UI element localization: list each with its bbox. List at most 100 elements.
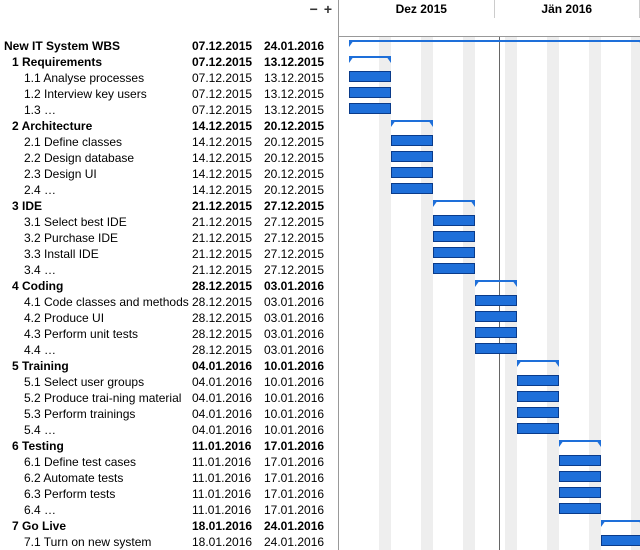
table-row[interactable]: 6.2 Automate tests11.01.201617.01.2016: [0, 470, 338, 486]
task-end-date: 24.01.2016: [264, 535, 336, 549]
table-row[interactable]: 5 Training04.01.201610.01.2016: [0, 358, 338, 374]
table-row[interactable]: 2.3 Design UI14.12.201520.12.2015: [0, 166, 338, 182]
task-name: 7 Go Live: [0, 519, 192, 533]
task-name: 2.3 Design UI: [0, 167, 192, 181]
task-bar[interactable]: [349, 103, 391, 114]
table-row[interactable]: 2.2 Design database14.12.201520.12.2015: [0, 150, 338, 166]
task-table: − + New IT System WBS07.12.201524.01.201…: [0, 0, 339, 550]
summary-bar[interactable]: [559, 440, 601, 447]
summary-bar[interactable]: [391, 120, 433, 127]
task-bar[interactable]: [433, 263, 475, 274]
table-row[interactable]: 6 Testing11.01.201617.01.2016: [0, 438, 338, 454]
task-bar[interactable]: [433, 231, 475, 242]
summary-bar[interactable]: [349, 56, 391, 63]
task-start-date: 21.12.2015: [192, 199, 264, 213]
task-start-date: 11.01.2016: [192, 503, 264, 517]
task-end-date: 03.01.2016: [264, 279, 336, 293]
table-row[interactable]: 3 IDE21.12.201527.12.2015: [0, 198, 338, 214]
chart-row: [339, 485, 640, 501]
table-row[interactable]: 3.1 Select best IDE21.12.201527.12.2015: [0, 214, 338, 230]
task-bar[interactable]: [559, 455, 601, 466]
task-bar[interactable]: [349, 87, 391, 98]
summary-bar[interactable]: [433, 200, 475, 207]
table-row[interactable]: 3.3 Install IDE21.12.201527.12.2015: [0, 246, 338, 262]
task-bar[interactable]: [433, 247, 475, 258]
table-row[interactable]: 5.1 Select user groups04.01.201610.01.20…: [0, 374, 338, 390]
task-bar[interactable]: [475, 327, 517, 338]
collapse-all-button[interactable]: −: [310, 2, 318, 16]
task-bar[interactable]: [349, 71, 391, 82]
table-row[interactable]: 4.4 …28.12.201503.01.2016: [0, 342, 338, 358]
month-header: Jän 2016: [495, 0, 640, 18]
toolbar: − +: [0, 0, 338, 19]
task-name: 5.1 Select user groups: [0, 375, 192, 389]
expand-all-button[interactable]: +: [324, 2, 332, 16]
task-end-date: 10.01.2016: [264, 375, 336, 389]
table-row[interactable]: 3.4 …21.12.201527.12.2015: [0, 262, 338, 278]
table-row[interactable]: 2.4 …14.12.201520.12.2015: [0, 182, 338, 198]
chart-row: [339, 181, 640, 197]
timeline-pane[interactable]: Dez 2015Jän 2016: [339, 0, 640, 550]
task-bar[interactable]: [601, 535, 640, 546]
task-bar[interactable]: [475, 295, 517, 306]
task-name: 4.3 Perform unit tests: [0, 327, 192, 341]
table-row[interactable]: 6.1 Define test cases11.01.201617.01.201…: [0, 454, 338, 470]
table-row[interactable]: 5.3 Perform trainings04.01.201610.01.201…: [0, 406, 338, 422]
task-end-date: 10.01.2016: [264, 423, 336, 437]
task-end-date: 20.12.2015: [264, 167, 336, 181]
task-name: 1.1 Analyse processes: [0, 71, 192, 85]
summary-bar[interactable]: [349, 40, 640, 47]
task-end-date: 17.01.2016: [264, 439, 336, 453]
table-row[interactable]: 4.1 Code classes and methods28.12.201503…: [0, 294, 338, 310]
task-bar[interactable]: [559, 503, 601, 514]
table-row[interactable]: 6.3 Perform tests11.01.201617.01.2016: [0, 486, 338, 502]
summary-bar[interactable]: [601, 520, 640, 527]
task-bar[interactable]: [391, 135, 433, 146]
table-row[interactable]: 3.2 Purchase IDE21.12.201527.12.2015: [0, 230, 338, 246]
table-row[interactable]: 1.1 Analyse processes07.12.201513.12.201…: [0, 70, 338, 86]
gantt-view: − + New IT System WBS07.12.201524.01.201…: [0, 0, 640, 550]
chart-row: [339, 229, 640, 245]
task-bar[interactable]: [517, 407, 559, 418]
table-row[interactable]: New IT System WBS07.12.201524.01.2016: [0, 38, 338, 54]
task-end-date: 17.01.2016: [264, 503, 336, 517]
task-bar[interactable]: [559, 471, 601, 482]
table-row[interactable]: 4 Coding28.12.201503.01.2016: [0, 278, 338, 294]
table-row[interactable]: 7 Go Live18.01.201624.01.2016: [0, 518, 338, 534]
task-bar[interactable]: [517, 423, 559, 434]
task-bar[interactable]: [391, 151, 433, 162]
chart-row: [339, 517, 640, 533]
task-bar[interactable]: [391, 167, 433, 178]
table-row[interactable]: 5.2 Produce trai-ning material04.01.2016…: [0, 390, 338, 406]
task-name: 5 Training: [0, 359, 192, 373]
table-row[interactable]: 1 Requirements07.12.201513.12.2015: [0, 54, 338, 70]
table-row[interactable]: 4.2 Produce UI28.12.201503.01.2016: [0, 310, 338, 326]
table-row[interactable]: 6.4 …11.01.201617.01.2016: [0, 502, 338, 518]
task-name: 4 Coding: [0, 279, 192, 293]
summary-bar[interactable]: [517, 360, 559, 367]
summary-bar[interactable]: [475, 280, 517, 287]
task-bar[interactable]: [433, 215, 475, 226]
task-bar[interactable]: [475, 311, 517, 322]
table-row[interactable]: 2.1 Define classes14.12.201520.12.2015: [0, 134, 338, 150]
task-start-date: 21.12.2015: [192, 247, 264, 261]
task-end-date: 10.01.2016: [264, 407, 336, 421]
task-start-date: 07.12.2015: [192, 55, 264, 69]
table-row[interactable]: 1.2 Interview key users07.12.201513.12.2…: [0, 86, 338, 102]
task-bar[interactable]: [391, 183, 433, 194]
task-end-date: 20.12.2015: [264, 151, 336, 165]
task-bar[interactable]: [475, 343, 517, 354]
task-bar[interactable]: [517, 375, 559, 386]
table-row[interactable]: 7.1 Turn on new system18.01.201624.01.20…: [0, 534, 338, 550]
chart-row: [339, 133, 640, 149]
table-row[interactable]: 1.3 …07.12.201513.12.2015: [0, 102, 338, 118]
task-start-date: 14.12.2015: [192, 151, 264, 165]
task-bar[interactable]: [559, 487, 601, 498]
table-row[interactable]: 2 Architecture14.12.201520.12.2015: [0, 118, 338, 134]
task-end-date: 03.01.2016: [264, 327, 336, 341]
table-row[interactable]: 4.3 Perform unit tests28.12.201503.01.20…: [0, 326, 338, 342]
task-end-date: 27.12.2015: [264, 215, 336, 229]
task-name: 3.1 Select best IDE: [0, 215, 192, 229]
table-row[interactable]: 5.4 …04.01.201610.01.2016: [0, 422, 338, 438]
task-bar[interactable]: [517, 391, 559, 402]
